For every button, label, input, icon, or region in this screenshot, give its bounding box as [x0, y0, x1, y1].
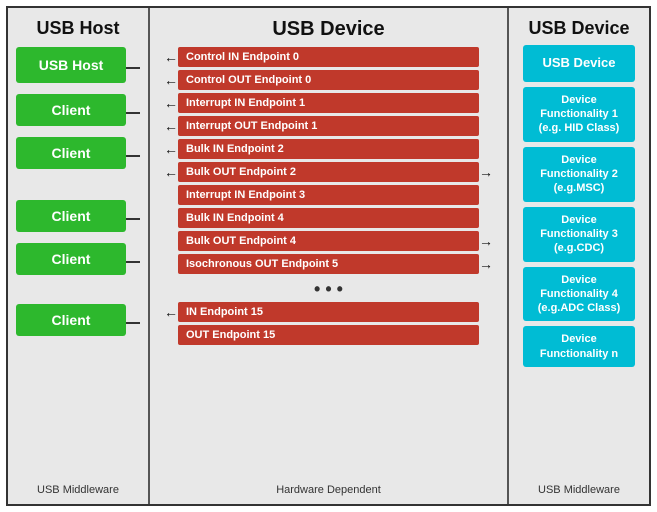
client-block-4: Client: [16, 243, 126, 275]
endpoint-9: Isochronous OUT Endpoint 5: [178, 254, 479, 274]
client-block-1: Client: [16, 94, 126, 126]
arrow-left-1: ←: [154, 72, 178, 88]
arrow-right-9: →: [479, 256, 503, 272]
endpoint-row-10: ← IN Endpoint 15: [154, 302, 503, 322]
endpoint-row-9: Isochronous OUT Endpoint 5 →: [154, 254, 503, 274]
left-column: USB Host USB Host Client Client Client: [8, 8, 148, 504]
arrow-left-5: ←: [154, 164, 178, 180]
endpoint-1: Control OUT Endpoint 0: [178, 70, 479, 90]
endpoint-3: Interrupt OUT Endpoint 1: [178, 116, 479, 136]
arrow-left-2: ←: [154, 95, 178, 111]
endpoint-4: Bulk IN Endpoint 2: [178, 139, 479, 159]
usb-host-block: USB Host: [16, 47, 126, 83]
endpoint-row-2: ← Interrupt IN Endpoint 1: [154, 93, 503, 113]
host-blocks: USB Host Client Client Client Clie: [16, 47, 140, 484]
func-block-2: DeviceFunctionality 2(e.g.MSC): [523, 147, 635, 202]
func-block-n: DeviceFunctionality n: [523, 326, 635, 367]
arrow-left-3: ←: [154, 118, 178, 134]
endpoint-row-8: Bulk OUT Endpoint 4 →: [154, 231, 503, 251]
diagram: USB Host USB Host Client Client Client: [6, 6, 651, 506]
func-usb-device: USB Device: [523, 45, 635, 82]
middle-column: USB Device ← Control IN Endpoint 0 ← Con…: [150, 8, 507, 504]
endpoint-row-3: ← Interrupt OUT Endpoint 1: [154, 116, 503, 136]
arrow-right-8: →: [479, 233, 503, 249]
endpoint-10: IN Endpoint 15: [178, 302, 479, 322]
left-title: USB Host: [36, 18, 119, 39]
arrow-left-10: ←: [154, 304, 178, 320]
endpoint-row-0: ← Control IN Endpoint 0: [154, 47, 503, 67]
endpoint-row-1: ← Control OUT Endpoint 0: [154, 70, 503, 90]
func-block-3: DeviceFunctionality 3(e.g.CDC): [523, 207, 635, 262]
endpoint-0: Control IN Endpoint 0: [178, 47, 479, 67]
middle-bottom: Hardware Dependent: [276, 484, 381, 500]
right-bottom: USB Middleware: [538, 484, 620, 500]
middle-title: USB Device: [154, 18, 503, 41]
client-block-2: Client: [16, 137, 126, 169]
right-column: USB Device USB Device DeviceFunctionalit…: [509, 8, 649, 504]
client-block-3: Client: [16, 200, 126, 232]
endpoint-8: Bulk OUT Endpoint 4: [178, 231, 479, 251]
arrow-left-4: ←: [154, 141, 178, 157]
func-block-1: DeviceFunctionality 1(e.g. HID Class): [523, 87, 635, 142]
left-bottom: USB Middleware: [37, 484, 119, 500]
endpoint-row-6: Interrupt IN Endpoint 3: [154, 185, 503, 205]
func-block-4: DeviceFunctionality 4(e.g.ADC Class): [523, 267, 635, 322]
endpoint-row-5: ← Bulk OUT Endpoint 2 →: [154, 162, 503, 182]
endpoint-11: OUT Endpoint 15: [178, 325, 479, 345]
endpoint-6: Interrupt IN Endpoint 3: [178, 185, 479, 205]
right-title: USB Device: [528, 18, 629, 39]
endpoint-row-11: OUT Endpoint 15: [154, 325, 503, 345]
arrow-right-5: →: [479, 164, 503, 180]
endpoint-2: Interrupt IN Endpoint 1: [178, 93, 479, 113]
endpoint-5: Bulk OUT Endpoint 2: [178, 162, 479, 182]
client-block-5: Client: [16, 304, 126, 336]
dots: • • •: [154, 279, 503, 300]
endpoint-row-4: ← Bulk IN Endpoint 2: [154, 139, 503, 159]
endpoint-row-7: Bulk IN Endpoint 4: [154, 208, 503, 228]
arrow-left-0: ←: [154, 49, 178, 65]
endpoint-7: Bulk IN Endpoint 4: [178, 208, 479, 228]
